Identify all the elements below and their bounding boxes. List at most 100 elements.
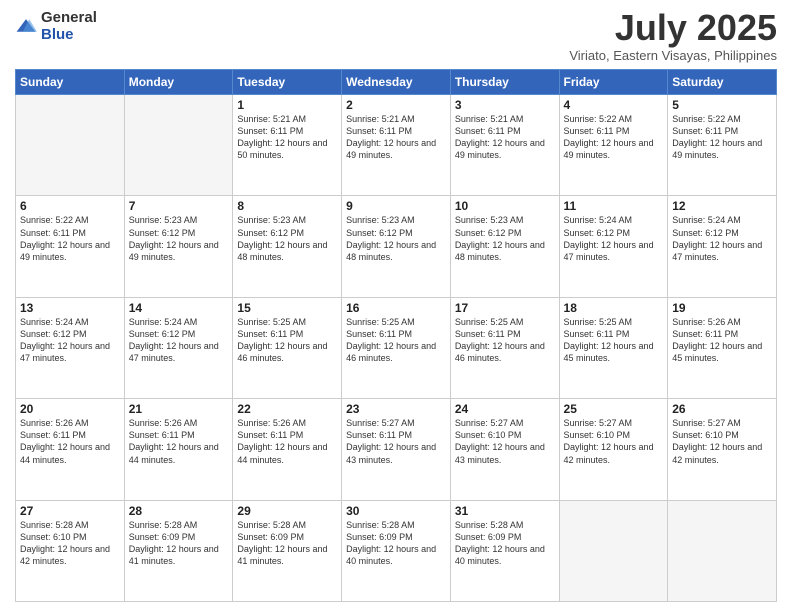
calendar-cell: 31Sunrise: 5:28 AM Sunset: 6:09 PM Dayli…: [450, 500, 559, 601]
day-info: Sunrise: 5:24 AM Sunset: 6:12 PM Dayligh…: [564, 214, 664, 263]
day-number: 29: [237, 504, 337, 518]
col-header-tuesday: Tuesday: [233, 70, 342, 95]
day-info: Sunrise: 5:28 AM Sunset: 6:10 PM Dayligh…: [20, 519, 120, 568]
day-info: Sunrise: 5:23 AM Sunset: 6:12 PM Dayligh…: [237, 214, 337, 263]
col-header-wednesday: Wednesday: [342, 70, 451, 95]
day-number: 31: [455, 504, 555, 518]
calendar-cell: 17Sunrise: 5:25 AM Sunset: 6:11 PM Dayli…: [450, 297, 559, 398]
calendar-week-row: 13Sunrise: 5:24 AM Sunset: 6:12 PM Dayli…: [16, 297, 777, 398]
day-info: Sunrise: 5:27 AM Sunset: 6:11 PM Dayligh…: [346, 417, 446, 466]
calendar-cell: 29Sunrise: 5:28 AM Sunset: 6:09 PM Dayli…: [233, 500, 342, 601]
col-header-saturday: Saturday: [668, 70, 777, 95]
day-info: Sunrise: 5:24 AM Sunset: 6:12 PM Dayligh…: [20, 316, 120, 365]
calendar-cell: 2Sunrise: 5:21 AM Sunset: 6:11 PM Daylig…: [342, 95, 451, 196]
day-info: Sunrise: 5:25 AM Sunset: 6:11 PM Dayligh…: [237, 316, 337, 365]
day-number: 11: [564, 199, 664, 213]
day-number: 8: [237, 199, 337, 213]
calendar-week-row: 1Sunrise: 5:21 AM Sunset: 6:11 PM Daylig…: [16, 95, 777, 196]
day-info: Sunrise: 5:24 AM Sunset: 6:12 PM Dayligh…: [129, 316, 229, 365]
day-info: Sunrise: 5:24 AM Sunset: 6:12 PM Dayligh…: [672, 214, 772, 263]
day-info: Sunrise: 5:27 AM Sunset: 6:10 PM Dayligh…: [455, 417, 555, 466]
day-info: Sunrise: 5:28 AM Sunset: 6:09 PM Dayligh…: [455, 519, 555, 568]
day-info: Sunrise: 5:23 AM Sunset: 6:12 PM Dayligh…: [346, 214, 446, 263]
calendar-cell: 9Sunrise: 5:23 AM Sunset: 6:12 PM Daylig…: [342, 196, 451, 297]
calendar-cell: 21Sunrise: 5:26 AM Sunset: 6:11 PM Dayli…: [124, 399, 233, 500]
day-number: 21: [129, 402, 229, 416]
calendar-cell: 11Sunrise: 5:24 AM Sunset: 6:12 PM Dayli…: [559, 196, 668, 297]
col-header-thursday: Thursday: [450, 70, 559, 95]
day-number: 9: [346, 199, 446, 213]
calendar-cell: 13Sunrise: 5:24 AM Sunset: 6:12 PM Dayli…: [16, 297, 125, 398]
calendar-table: SundayMondayTuesdayWednesdayThursdayFrid…: [15, 69, 777, 602]
day-info: Sunrise: 5:22 AM Sunset: 6:11 PM Dayligh…: [564, 113, 664, 162]
day-number: 17: [455, 301, 555, 315]
calendar-cell: 26Sunrise: 5:27 AM Sunset: 6:10 PM Dayli…: [668, 399, 777, 500]
calendar-cell: 23Sunrise: 5:27 AM Sunset: 6:11 PM Dayli…: [342, 399, 451, 500]
day-info: Sunrise: 5:21 AM Sunset: 6:11 PM Dayligh…: [346, 113, 446, 162]
day-number: 4: [564, 98, 664, 112]
calendar-week-row: 6Sunrise: 5:22 AM Sunset: 6:11 PM Daylig…: [16, 196, 777, 297]
day-info: Sunrise: 5:28 AM Sunset: 6:09 PM Dayligh…: [346, 519, 446, 568]
col-header-monday: Monday: [124, 70, 233, 95]
day-number: 14: [129, 301, 229, 315]
calendar-cell: 7Sunrise: 5:23 AM Sunset: 6:12 PM Daylig…: [124, 196, 233, 297]
day-info: Sunrise: 5:21 AM Sunset: 6:11 PM Dayligh…: [455, 113, 555, 162]
day-info: Sunrise: 5:26 AM Sunset: 6:11 PM Dayligh…: [20, 417, 120, 466]
calendar-header-row: SundayMondayTuesdayWednesdayThursdayFrid…: [16, 70, 777, 95]
calendar-cell: 4Sunrise: 5:22 AM Sunset: 6:11 PM Daylig…: [559, 95, 668, 196]
col-header-sunday: Sunday: [16, 70, 125, 95]
calendar-cell: 12Sunrise: 5:24 AM Sunset: 6:12 PM Dayli…: [668, 196, 777, 297]
calendar-cell: 19Sunrise: 5:26 AM Sunset: 6:11 PM Dayli…: [668, 297, 777, 398]
day-info: Sunrise: 5:28 AM Sunset: 6:09 PM Dayligh…: [237, 519, 337, 568]
calendar-week-row: 27Sunrise: 5:28 AM Sunset: 6:10 PM Dayli…: [16, 500, 777, 601]
calendar-cell: [124, 95, 233, 196]
calendar-cell: 14Sunrise: 5:24 AM Sunset: 6:12 PM Dayli…: [124, 297, 233, 398]
day-info: Sunrise: 5:27 AM Sunset: 6:10 PM Dayligh…: [564, 417, 664, 466]
day-number: 24: [455, 402, 555, 416]
day-number: 5: [672, 98, 772, 112]
title-block: July 2025 Viriato, Eastern Visayas, Phil…: [569, 10, 777, 63]
day-info: Sunrise: 5:25 AM Sunset: 6:11 PM Dayligh…: [346, 316, 446, 365]
calendar-cell: 20Sunrise: 5:26 AM Sunset: 6:11 PM Dayli…: [16, 399, 125, 500]
col-header-friday: Friday: [559, 70, 668, 95]
day-number: 15: [237, 301, 337, 315]
calendar-cell: 15Sunrise: 5:25 AM Sunset: 6:11 PM Dayli…: [233, 297, 342, 398]
logo-blue: Blue: [41, 27, 97, 44]
calendar-cell: 28Sunrise: 5:28 AM Sunset: 6:09 PM Dayli…: [124, 500, 233, 601]
day-number: 10: [455, 199, 555, 213]
calendar-cell: 8Sunrise: 5:23 AM Sunset: 6:12 PM Daylig…: [233, 196, 342, 297]
calendar-cell: 18Sunrise: 5:25 AM Sunset: 6:11 PM Dayli…: [559, 297, 668, 398]
day-number: 1: [237, 98, 337, 112]
calendar-cell: 6Sunrise: 5:22 AM Sunset: 6:11 PM Daylig…: [16, 196, 125, 297]
day-number: 2: [346, 98, 446, 112]
day-info: Sunrise: 5:25 AM Sunset: 6:11 PM Dayligh…: [455, 316, 555, 365]
logo-general: General: [41, 10, 97, 27]
day-info: Sunrise: 5:22 AM Sunset: 6:11 PM Dayligh…: [672, 113, 772, 162]
title-month: July 2025: [569, 10, 777, 46]
day-info: Sunrise: 5:21 AM Sunset: 6:11 PM Dayligh…: [237, 113, 337, 162]
day-number: 6: [20, 199, 120, 213]
day-number: 28: [129, 504, 229, 518]
day-number: 3: [455, 98, 555, 112]
header: General Blue July 2025 Viriato, Eastern …: [15, 10, 777, 63]
day-number: 23: [346, 402, 446, 416]
day-number: 13: [20, 301, 120, 315]
day-info: Sunrise: 5:28 AM Sunset: 6:09 PM Dayligh…: [129, 519, 229, 568]
calendar-cell: 3Sunrise: 5:21 AM Sunset: 6:11 PM Daylig…: [450, 95, 559, 196]
calendar-cell: [559, 500, 668, 601]
day-number: 30: [346, 504, 446, 518]
calendar-cell: 24Sunrise: 5:27 AM Sunset: 6:10 PM Dayli…: [450, 399, 559, 500]
day-info: Sunrise: 5:23 AM Sunset: 6:12 PM Dayligh…: [455, 214, 555, 263]
calendar-cell: 25Sunrise: 5:27 AM Sunset: 6:10 PM Dayli…: [559, 399, 668, 500]
calendar-cell: 27Sunrise: 5:28 AM Sunset: 6:10 PM Dayli…: [16, 500, 125, 601]
calendar-cell: 22Sunrise: 5:26 AM Sunset: 6:11 PM Dayli…: [233, 399, 342, 500]
day-info: Sunrise: 5:22 AM Sunset: 6:11 PM Dayligh…: [20, 214, 120, 263]
day-number: 19: [672, 301, 772, 315]
day-number: 26: [672, 402, 772, 416]
calendar-cell: 30Sunrise: 5:28 AM Sunset: 6:09 PM Dayli…: [342, 500, 451, 601]
day-number: 22: [237, 402, 337, 416]
day-number: 16: [346, 301, 446, 315]
day-number: 20: [20, 402, 120, 416]
day-info: Sunrise: 5:25 AM Sunset: 6:11 PM Dayligh…: [564, 316, 664, 365]
calendar-cell: [668, 500, 777, 601]
